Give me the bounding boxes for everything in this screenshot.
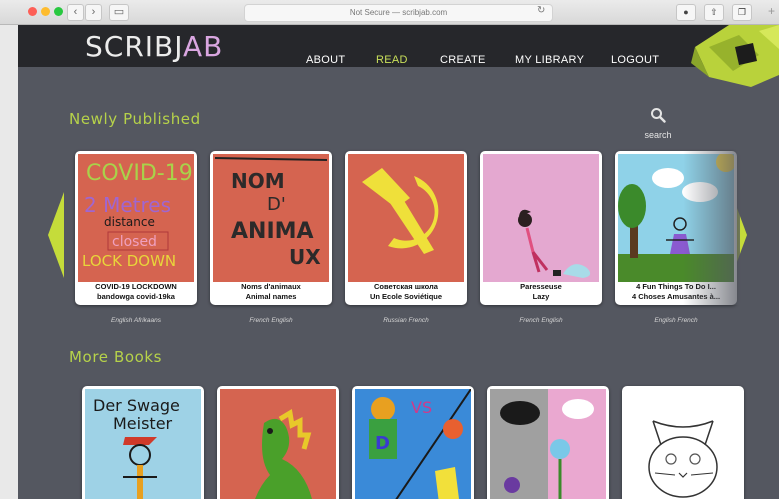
book-card-noms-danimaux[interactable]: NOM D' ANIMA UX Noms d'animaux Animal nam… — [210, 151, 332, 305]
book-card-4-fun-things[interactable]: 4 Fun Things To Do I... 4 Choses Amusante… — [615, 151, 737, 305]
more-book-cat[interactable] — [622, 386, 744, 499]
cover-text: UX — [289, 245, 321, 269]
more-book-vs[interactable]: D VS — [352, 386, 474, 499]
nav-create[interactable]: CREATE — [440, 54, 486, 66]
cover-text: D' — [267, 194, 286, 215]
book-languages: French English — [249, 317, 293, 324]
search-button[interactable]: search — [638, 107, 678, 140]
book-languages: French English — [519, 317, 563, 324]
carousel-prev-arrow-icon[interactable] — [48, 192, 64, 278]
book-title: 4 Fun Things To Do I... 4 Choses Amusante… — [631, 282, 721, 301]
plus-icon[interactable]: + — [768, 4, 775, 18]
book-card-covid19-lockdown[interactable]: COVID-19 2 Metres distance closed LOCK D… — [75, 151, 197, 305]
cover-text: Meister — [113, 414, 173, 433]
chevron-left-icon[interactable]: ‹ — [67, 4, 84, 21]
cover-text: closed — [112, 234, 157, 250]
cover-text: ANIMA — [231, 219, 314, 244]
book-cover: D VS — [355, 389, 471, 499]
scribjab-page: SCRIBJAB ABOUT READ CREATE MY LIBRARY LO… — [18, 25, 779, 499]
more-book-dragon[interactable] — [217, 386, 339, 499]
book-cover — [490, 389, 606, 499]
book-languages: English Afrikaans — [111, 317, 161, 324]
section-title-more-books: More Books — [69, 348, 163, 366]
nav-my-library[interactable]: MY LIBRARY — [515, 54, 584, 66]
book-cover — [483, 154, 599, 282]
sidebar-icon[interactable]: ▭ — [109, 4, 129, 21]
book-cover — [348, 154, 464, 282]
more-book-der-swage-meister[interactable]: Der Swage Meister — [82, 386, 204, 499]
book-cover: Der Swage Meister — [85, 389, 201, 499]
book-cover — [618, 154, 734, 282]
cover-text: distance — [104, 215, 155, 229]
svg-text:D: D — [375, 433, 390, 454]
browser-toolbar: ‹ › ▭ Not Secure — scribjab.com ↻ ● ⇧ ❐ … — [0, 0, 779, 25]
scribjab-logo[interactable]: SCRIBJAB — [85, 30, 223, 63]
book-languages: Russian French — [383, 317, 429, 324]
cover-text: COVID-19 — [86, 161, 193, 186]
close-window-button[interactable] — [28, 7, 37, 16]
more-book-flowers[interactable] — [487, 386, 609, 499]
search-label: search — [644, 130, 672, 140]
address-bar[interactable]: Not Secure — scribjab.com — [244, 4, 553, 22]
book-title: Paresseuse Lazy — [520, 282, 562, 301]
book-languages: English French — [654, 317, 698, 324]
nav-about[interactable]: ABOUT — [306, 54, 345, 66]
chevron-right-icon[interactable]: › — [85, 4, 102, 21]
book-cover — [220, 389, 336, 499]
frog-mascot-icon — [691, 25, 779, 87]
site-header: SCRIBJAB ABOUT READ CREATE MY LIBRARY LO… — [18, 25, 779, 67]
nav-read[interactable]: READ — [376, 54, 408, 66]
cover-text: Der Swage — [93, 396, 180, 415]
cover-text: LOCK DOWN — [82, 252, 176, 270]
cover-text: VS — [411, 398, 432, 417]
book-card-paresseuse[interactable]: Paresseuse Lazy — [480, 151, 602, 305]
zoom-window-button[interactable] — [54, 7, 63, 16]
nav-logout[interactable]: LOGOUT — [611, 54, 659, 66]
share-icon[interactable]: ⇧ — [704, 4, 724, 21]
book-cover: COVID-19 2 Metres distance closed LOCK D… — [78, 154, 194, 282]
book-cover: NOM D' ANIMA UX — [213, 154, 329, 282]
search-icon — [651, 108, 666, 123]
download-icon[interactable]: ● — [676, 4, 696, 21]
tabs-icon[interactable]: ❐ — [732, 4, 752, 21]
section-title-newly-published: Newly Published — [69, 110, 201, 128]
cover-text: 2 Metres — [84, 193, 171, 217]
cover-text: NOM — [231, 169, 285, 193]
reload-icon[interactable]: ↻ — [537, 5, 545, 16]
book-cover — [625, 389, 741, 499]
book-title: Советская школа Un Ecole Soviétique — [369, 282, 443, 301]
minimize-window-button[interactable] — [41, 7, 50, 16]
book-card-sovetskaya-shkola[interactable]: Советская школа Un Ecole Soviétique — [345, 151, 467, 305]
book-title: COVID-19 LOCKDOWN bandowga covid-19ka — [95, 282, 177, 301]
book-title: Noms d'animaux Animal names — [241, 282, 301, 301]
